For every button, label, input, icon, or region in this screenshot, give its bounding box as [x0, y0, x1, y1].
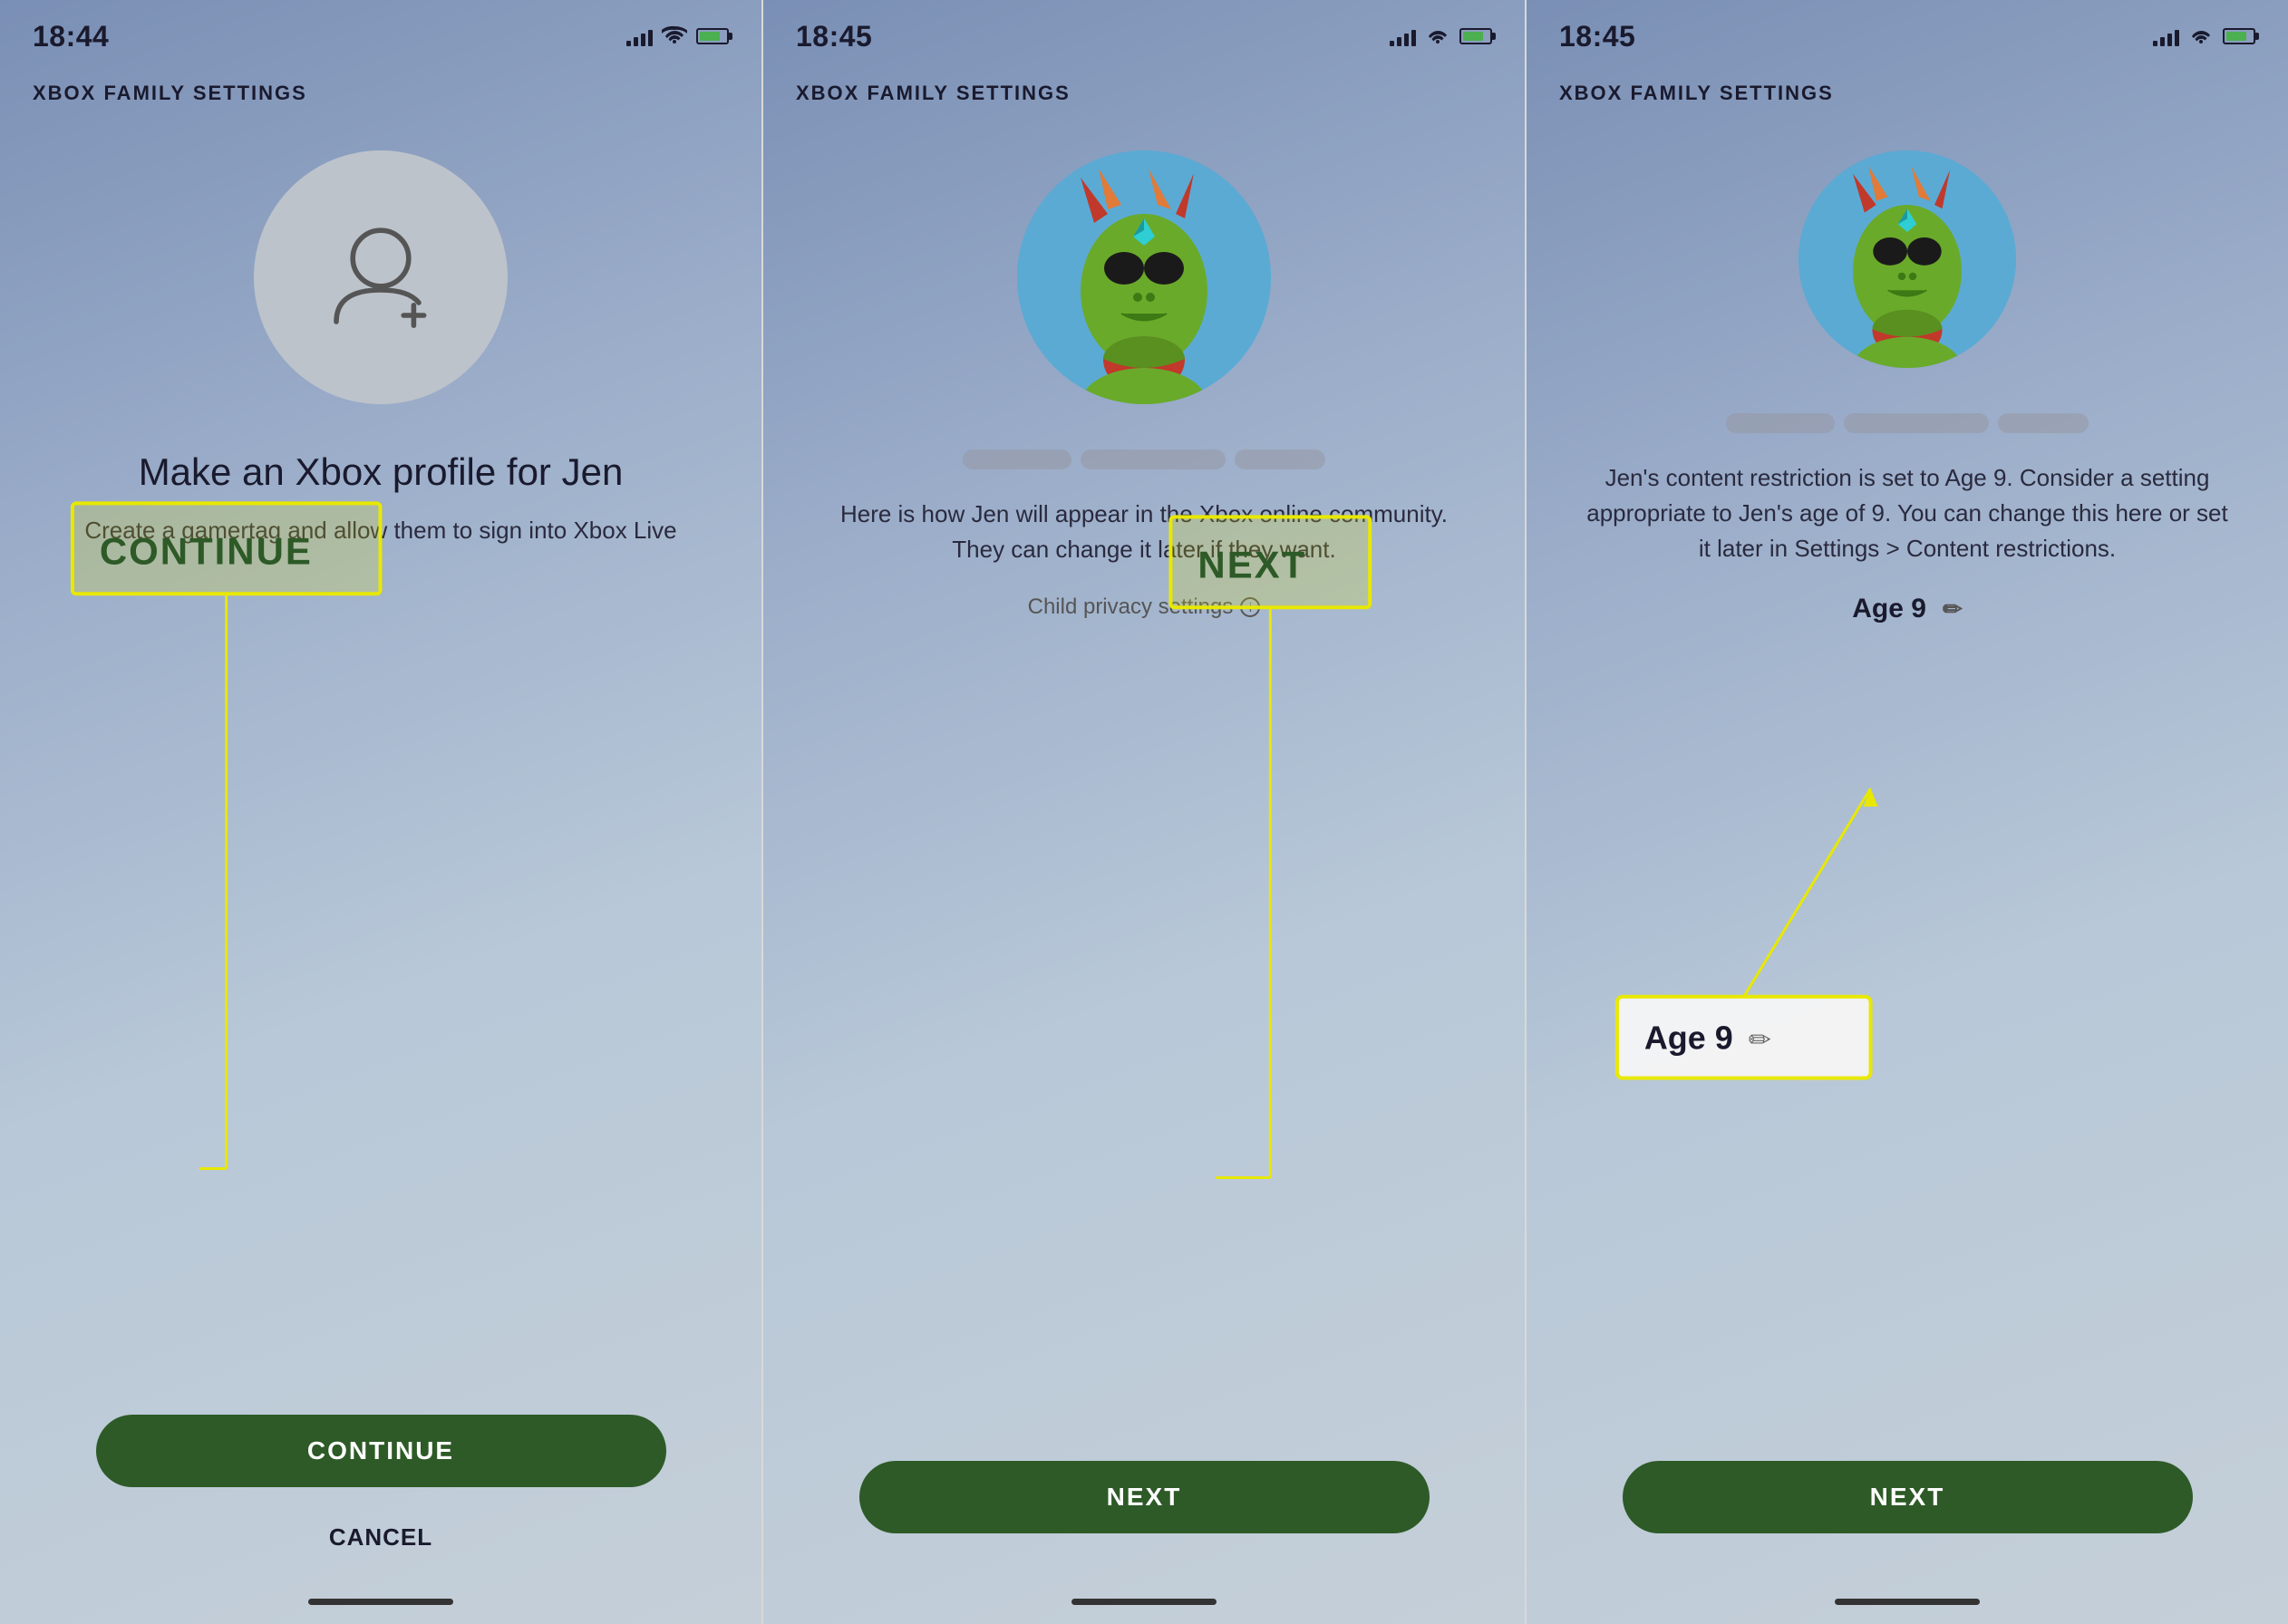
status-bar-2: 18:45	[763, 0, 1525, 63]
signal-icon-1	[626, 26, 653, 46]
home-bar-1	[308, 1599, 453, 1605]
screen-2: 18:45 XBOX FAMILY SETTINGS	[763, 0, 1525, 1624]
alien-svg-3	[1798, 150, 2016, 368]
status-time-3: 18:45	[1559, 20, 1635, 53]
app-header-2: XBOX FAMILY SETTINGS	[763, 63, 1525, 114]
screen-1: 18:44 XBOX FAMILY SETTINGS	[0, 0, 761, 1624]
screen-description-3: Jen's content restriction is set to Age …	[1572, 460, 2243, 566]
home-bar-3	[1835, 1599, 1980, 1605]
age-setting-3: Age 9 ✏	[1852, 594, 1963, 624]
app-title-1: XBOX FAMILY SETTINGS	[33, 82, 307, 104]
content-area-3: Jen's content restriction is set to Age …	[1527, 114, 2288, 1588]
status-time-1: 18:44	[33, 20, 109, 53]
app-header-3: XBOX FAMILY SETTINGS	[1527, 63, 2288, 114]
app-title-2: XBOX FAMILY SETTINGS	[796, 82, 1071, 104]
status-icons-3	[2153, 24, 2255, 49]
battery-icon-2	[1459, 28, 1492, 44]
alien-svg-2	[1017, 150, 1271, 404]
screen-3: 18:45 XBOX FAMILY SETTINGS	[1527, 0, 2288, 1624]
privacy-link-2[interactable]: Child privacy settings i	[1028, 594, 1261, 620]
privacy-text-2: Child privacy settings	[1028, 594, 1234, 620]
person-plus-icon	[317, 214, 444, 341]
status-bar-3: 18:45	[1527, 0, 2288, 63]
battery-icon-3	[2223, 28, 2255, 44]
home-indicator-1	[0, 1588, 761, 1624]
wifi-icon-3	[2188, 24, 2214, 49]
home-bar-2	[1071, 1599, 1217, 1605]
wifi-icon-1	[662, 24, 687, 49]
app-title-3: XBOX FAMILY SETTINGS	[1559, 82, 1834, 104]
continue-button-1[interactable]: CONTINUE	[96, 1415, 666, 1487]
content-area-1: Make an Xbox profile for Jen Create a ga…	[0, 114, 761, 1588]
home-indicator-2	[763, 1588, 1525, 1624]
info-icon-2: i	[1240, 597, 1260, 617]
gamertag-blur-3	[1726, 413, 2089, 433]
avatar-placeholder-1	[254, 150, 508, 404]
gamertag-blur-2	[963, 450, 1325, 469]
age-label-3: Age 9	[1852, 594, 1926, 624]
signal-icon-3	[2153, 26, 2179, 46]
avatar-character-2	[1017, 150, 1271, 404]
status-time-2: 18:45	[796, 20, 872, 53]
screen-subtitle-1: Create a gamertag and allow them to sign…	[84, 513, 676, 548]
cancel-button-1[interactable]: CANCEL	[320, 1514, 441, 1561]
next-button-3[interactable]: NEXT	[1623, 1461, 2193, 1533]
edit-icon-3[interactable]: ✏	[1943, 595, 1963, 624]
app-header-1: XBOX FAMILY SETTINGS	[0, 63, 761, 114]
content-area-2: Here is how Jen will appear in the Xbox …	[763, 114, 1525, 1588]
status-icons-1	[626, 24, 729, 49]
status-bar-1: 18:44	[0, 0, 761, 63]
avatar-character-3	[1798, 150, 2016, 368]
screen-description-2: Here is how Jen will appear in the Xbox …	[809, 497, 1479, 567]
signal-icon-2	[1390, 26, 1416, 46]
next-button-2[interactable]: NEXT	[859, 1461, 1430, 1533]
home-indicator-3	[1527, 1588, 2288, 1624]
status-icons-2	[1390, 24, 1492, 49]
battery-icon-1	[696, 28, 729, 44]
screen-title-1: Make an Xbox profile for Jen	[139, 450, 624, 495]
wifi-icon-2	[1425, 24, 1450, 49]
